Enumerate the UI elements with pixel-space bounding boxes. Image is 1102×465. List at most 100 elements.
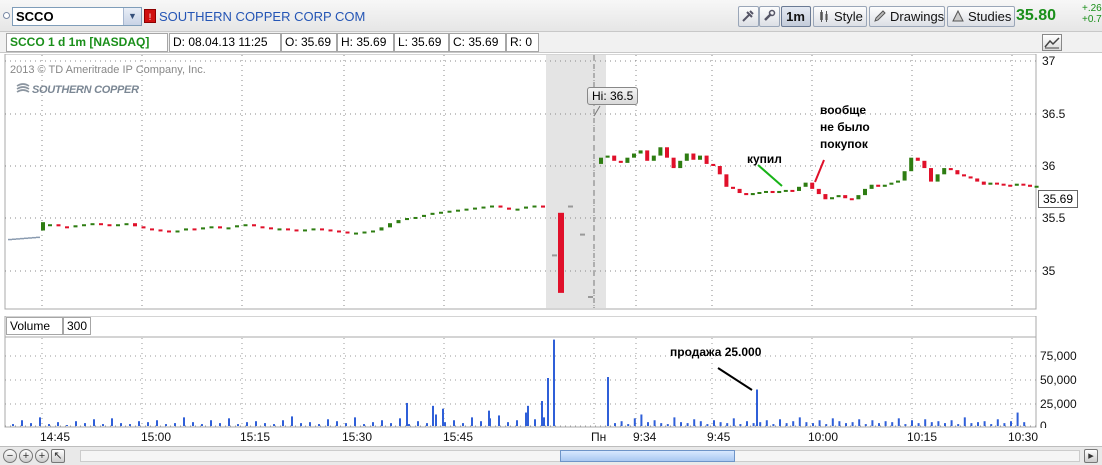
volume-axis: 75,000 50,000 25,000 0 xyxy=(1040,349,1077,428)
symbol-box[interactable]: ▼ xyxy=(12,7,142,26)
volume-bar xyxy=(950,420,953,426)
candle xyxy=(876,184,881,187)
candle xyxy=(651,155,656,161)
volume-bar xyxy=(746,421,748,426)
candle xyxy=(167,230,171,233)
candle xyxy=(456,209,460,212)
volume-bar xyxy=(917,423,920,426)
volume-bar xyxy=(488,410,490,426)
southern-copper-logo-icon xyxy=(16,83,30,93)
candle xyxy=(816,188,821,195)
candle-style-icon xyxy=(820,10,828,22)
volume-bar xyxy=(471,417,473,426)
scrollbar-thumb[interactable] xyxy=(560,450,735,462)
volume-bar xyxy=(30,423,32,426)
candle xyxy=(396,220,401,224)
time-label: 10:30 xyxy=(1008,430,1039,444)
volume-bar xyxy=(291,416,293,426)
volume-bar xyxy=(525,412,527,426)
annotation-no-buys-line2: не было xyxy=(820,120,870,134)
candle xyxy=(28,237,32,239)
candle xyxy=(711,163,716,166)
time-label: 9:45 xyxy=(707,430,731,444)
candle xyxy=(99,223,103,226)
candle xyxy=(56,224,61,227)
volume-bar xyxy=(417,421,419,426)
volume-bar xyxy=(838,421,841,426)
volume-bar xyxy=(706,424,709,426)
candle xyxy=(909,157,914,172)
bottom-bar: − + + ↖ ▸ xyxy=(0,446,1102,465)
scroll-right-icon[interactable]: ▸ xyxy=(1084,449,1098,463)
candle xyxy=(107,224,112,227)
link-dot-icon[interactable] xyxy=(3,12,10,19)
volume-period[interactable]: 300 xyxy=(63,317,91,335)
volume-bar xyxy=(462,423,464,426)
style-button[interactable]: Style xyxy=(813,6,867,27)
candle xyxy=(464,208,469,211)
settings-button[interactable] xyxy=(759,6,780,27)
candle xyxy=(744,193,749,196)
zoom-in-icon[interactable]: + xyxy=(19,449,33,463)
volume-bar xyxy=(147,422,149,426)
candle xyxy=(988,182,993,185)
interval-button[interactable]: 1m xyxy=(781,6,811,27)
candle xyxy=(439,211,443,214)
candle xyxy=(320,228,324,231)
drawings-button[interactable]: Drawings xyxy=(869,6,945,27)
volume-bar xyxy=(426,423,428,426)
price-chart[interactable]: 37 36.5 36 35.5 35 xyxy=(0,54,1102,310)
volume-bar xyxy=(686,423,689,426)
candle xyxy=(430,212,435,215)
last-price-tag: 35.69 xyxy=(1038,190,1078,208)
volume-bar xyxy=(792,421,795,426)
volume-axis-label: 75,000 xyxy=(1040,349,1077,363)
zoom-in-alt-icon[interactable]: + xyxy=(35,449,49,463)
volume-bar xyxy=(399,418,401,426)
volume-bar xyxy=(498,415,500,426)
candle xyxy=(856,195,861,200)
volume-bar xyxy=(345,423,347,426)
candle xyxy=(269,227,273,230)
candle xyxy=(645,150,650,161)
studies-button[interactable]: Studies xyxy=(947,6,1015,27)
volume-bar xyxy=(831,418,834,426)
volume-bar xyxy=(897,418,900,426)
volume-bar xyxy=(12,424,14,426)
candle xyxy=(311,228,316,231)
volume-bar xyxy=(228,418,230,426)
volume-bar xyxy=(878,423,880,426)
info-symbol[interactable]: SCCO 1 d 1m [NASDAQ] xyxy=(6,33,168,52)
time-label: 15:30 xyxy=(342,430,373,444)
cursor-icon[interactable]: ↖ xyxy=(51,449,65,463)
candle xyxy=(632,153,636,158)
candle xyxy=(684,153,689,161)
candle xyxy=(337,230,341,233)
candle xyxy=(379,227,384,231)
volume-bar xyxy=(798,417,801,426)
candle xyxy=(750,193,755,196)
candle xyxy=(175,230,180,233)
annotation-no-buys-line1: вообще xyxy=(820,103,867,117)
zoom-out-icon[interactable]: − xyxy=(3,449,17,463)
annotation-sale: продажа 25.000 xyxy=(670,345,762,359)
time-label: 15:45 xyxy=(443,430,474,444)
volume-bar xyxy=(527,405,529,426)
time-label: 15:00 xyxy=(141,430,172,444)
volume-bar xyxy=(39,417,41,426)
candle xyxy=(942,168,947,175)
candle xyxy=(968,176,973,179)
tools-button[interactable] xyxy=(738,6,759,27)
alert-badge[interactable]: ! xyxy=(144,9,156,23)
candle xyxy=(413,216,418,219)
volume-label[interactable]: Volume xyxy=(6,317,63,335)
candle xyxy=(490,205,494,208)
volume-bar xyxy=(930,422,933,426)
candle xyxy=(1008,184,1013,187)
candle xyxy=(41,222,45,231)
volume-bar xyxy=(640,414,643,426)
panel-toggle-icon[interactable] xyxy=(1042,34,1062,51)
symbol-dropdown-icon[interactable]: ▼ xyxy=(123,8,141,25)
candle xyxy=(388,223,392,228)
symbol-input[interactable] xyxy=(13,8,123,25)
